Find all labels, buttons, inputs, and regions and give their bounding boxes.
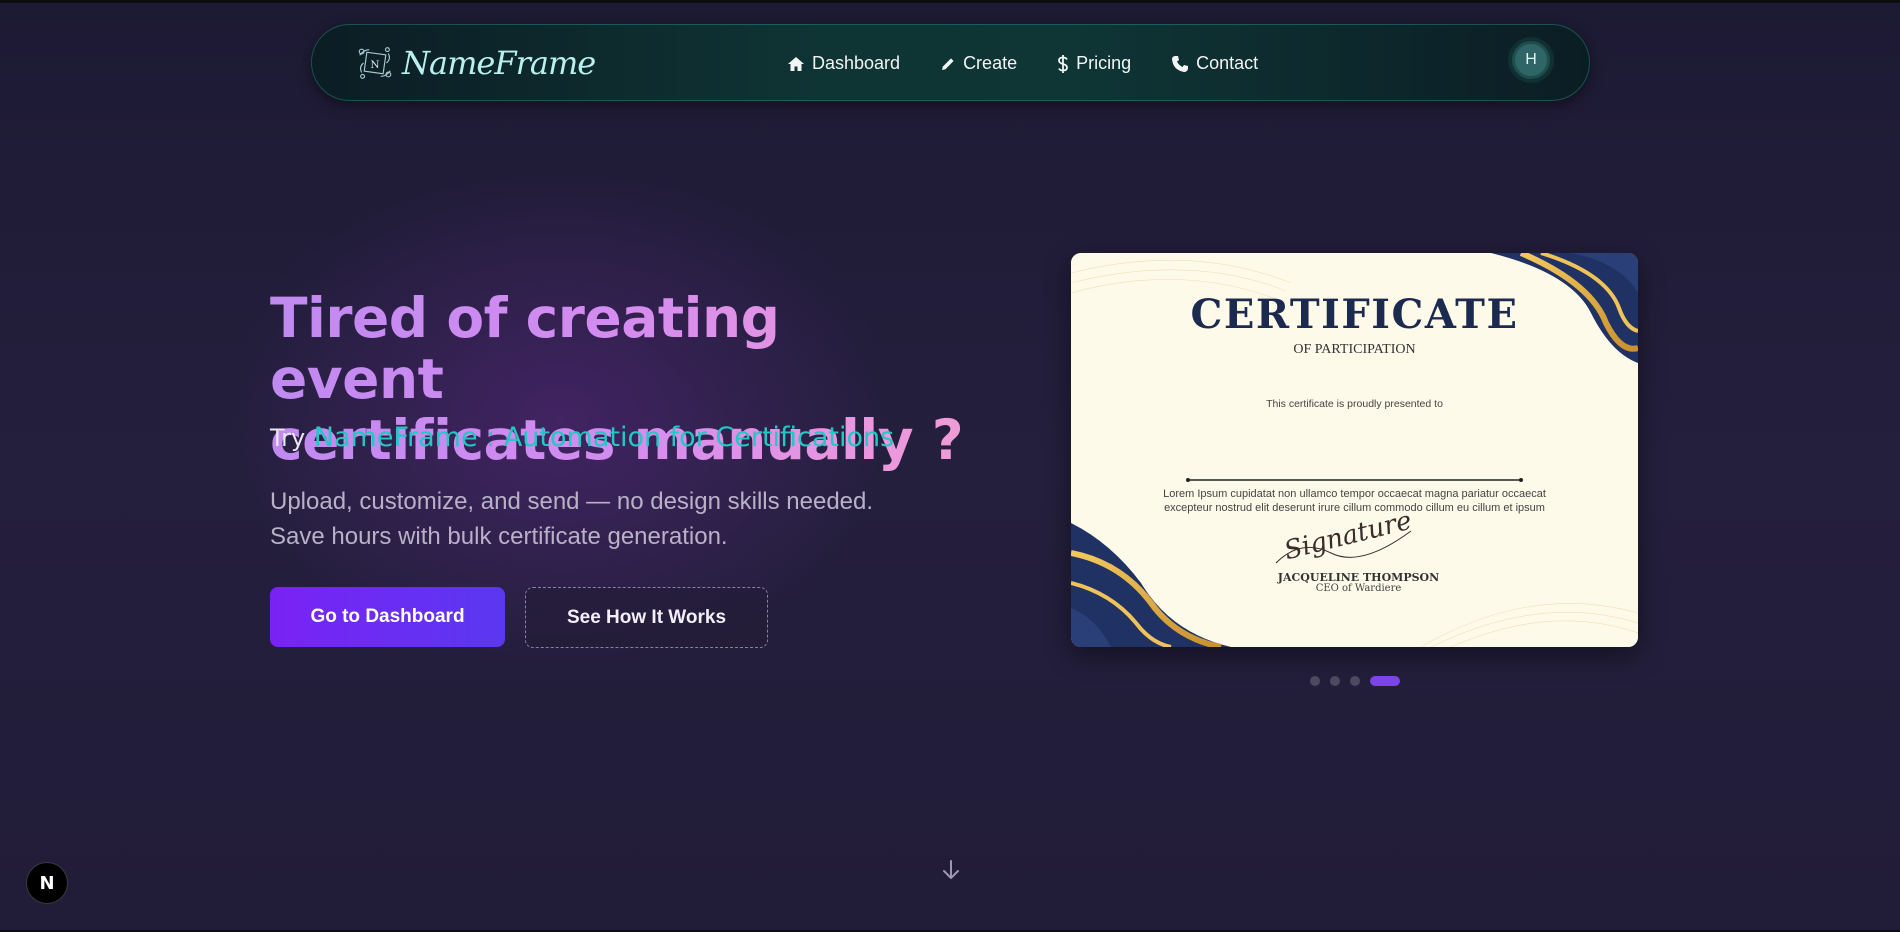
- phone-icon: [1172, 55, 1189, 72]
- user-avatar[interactable]: H: [1512, 41, 1550, 79]
- tagline-brand: NameFrame : Automation for Certification…: [313, 422, 895, 453]
- certificate-subtitle: OF PARTICIPATION: [1293, 342, 1416, 357]
- brand-logo[interactable]: N NameFrame: [354, 41, 596, 85]
- nav-pricing-label: Pricing: [1076, 53, 1132, 73]
- certificate-role: CEO of Wardiere: [1315, 583, 1402, 594]
- nav-pricing[interactable]: Pricing: [1057, 53, 1131, 74]
- arrow-down-icon[interactable]: [939, 858, 963, 882]
- svg-text:N: N: [370, 59, 379, 71]
- dollar-icon: [1058, 54, 1068, 73]
- carousel-dots: [1310, 675, 1400, 687]
- subtext-line-2: Save hours with bulk certificate generat…: [270, 523, 728, 550]
- go-to-dashboard-button[interactable]: Go to Dashboard: [270, 587, 505, 647]
- see-how-it-works-button[interactable]: See How It Works: [525, 587, 768, 648]
- hero-subtext: Upload, customize, and send — no design …: [270, 484, 990, 554]
- home-icon: [788, 56, 804, 71]
- navbar: N NameFrame Dashboard Create Pricing Con…: [311, 24, 1590, 101]
- carousel-dot-1[interactable]: [1310, 676, 1320, 686]
- certificate-body-line-1: Lorem Ipsum cupidatat non ullamco tempor…: [1163, 488, 1546, 500]
- nav-contact-label: Contact: [1196, 53, 1259, 73]
- top-border: [0, 0, 1900, 3]
- hero-tagline: Try NameFrame : Automation for Certifica…: [270, 422, 894, 453]
- next-badge-icon[interactable]: N: [26, 862, 68, 904]
- logo-emblem-icon: N: [354, 42, 396, 84]
- carousel-dot-2[interactable]: [1330, 676, 1340, 686]
- certificate-title: CERTIFICATE: [1190, 291, 1519, 338]
- certificate-presented-text: This certificate is proudly presented to: [1266, 398, 1443, 410]
- nav-contact[interactable]: Contact: [1171, 53, 1258, 74]
- nav-create-label: Create: [963, 53, 1018, 73]
- brand-name: NameFrame: [402, 44, 596, 82]
- nav-create[interactable]: Create: [940, 53, 1017, 74]
- certificate-body: Lorem Ipsum cupidatat non ullamco tempor…: [1126, 487, 1583, 515]
- certificate-body-line-2: excepteur nostrud elit deserunt irure ci…: [1164, 502, 1545, 514]
- nav-dashboard-label: Dashboard: [812, 53, 901, 73]
- nav-dashboard[interactable]: Dashboard: [787, 53, 900, 74]
- certificate-preview: CERTIFICATE OF PARTICIPATION This certif…: [1071, 253, 1638, 647]
- carousel-dot-3[interactable]: [1350, 676, 1360, 686]
- subtext-line-1: Upload, customize, and send — no design …: [270, 488, 874, 515]
- carousel-dot-4-active[interactable]: [1370, 676, 1400, 686]
- nav-links: Dashboard Create Pricing Contact: [787, 25, 1298, 102]
- headline-line-1: Tired of creating event: [270, 286, 780, 411]
- pencil-icon: [942, 57, 954, 70]
- tagline-prefix: Try: [270, 424, 306, 452]
